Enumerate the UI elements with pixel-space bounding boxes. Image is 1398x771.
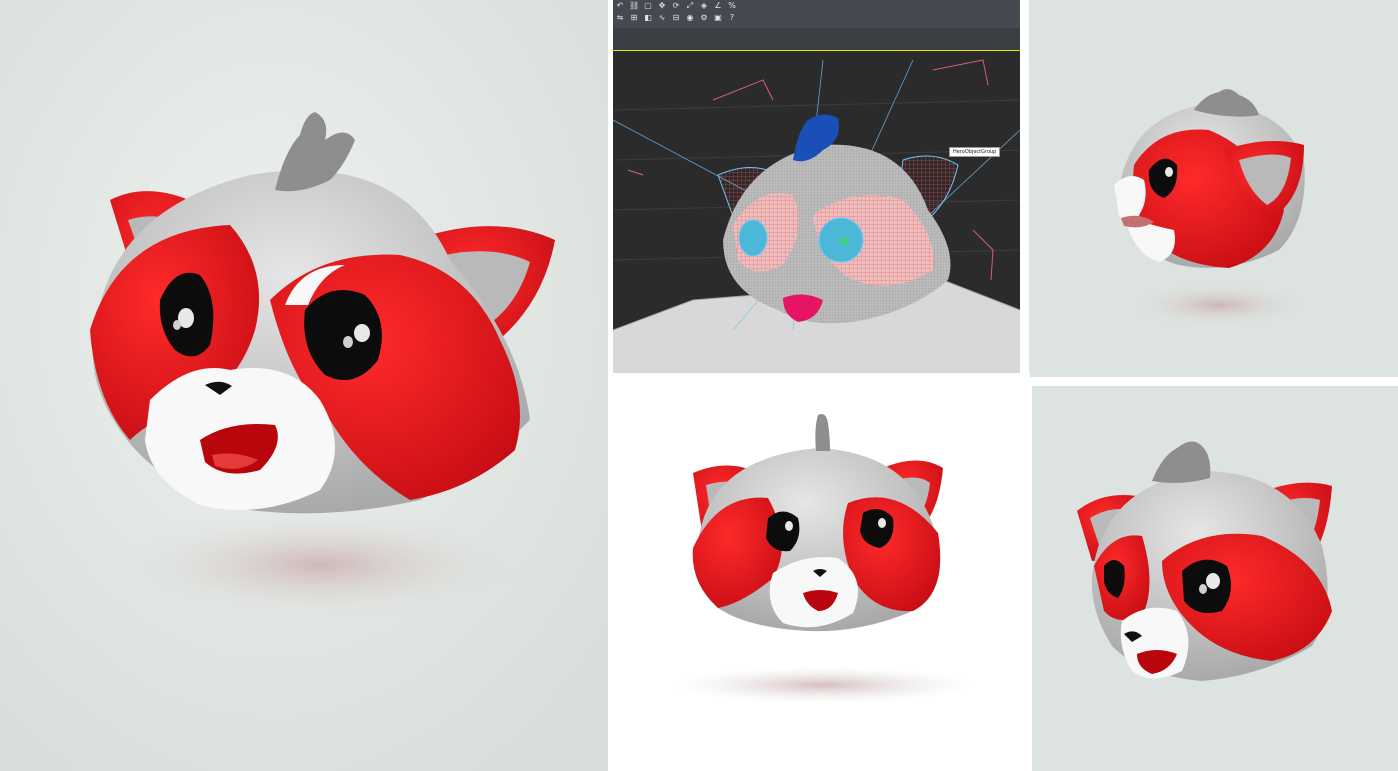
schematic-icon[interactable]: ⊟ [671,13,681,23]
red-panda-head-front-render [608,373,1030,771]
render-side-view [1029,0,1398,377]
red-panda-head-render [0,0,608,771]
percent-snap-icon[interactable]: % [727,1,737,11]
render-icon[interactable]: ▣ [713,13,723,23]
render-setup-icon[interactable]: ⚙ [699,13,709,23]
link-icon[interactable]: ⛓ [629,1,639,11]
help-icon[interactable]: ? [727,13,737,23]
align-icon[interactable]: ⊞ [629,13,639,23]
select-icon[interactable]: ▢ [643,1,653,11]
render-front-view [608,373,1030,771]
3d-viewport-wireframe[interactable]: ↶ ⛓ ▢ ✥ ⟳ ⤢ ◈ ∠ % ⇋ ⊞ ◧ ∿ ⊟ ◉ ⚙ ▣ ? Hero… [613,0,1020,373]
red-panda-head-side-render [1029,0,1398,377]
layer-icon[interactable]: ◧ [643,13,653,23]
move-icon[interactable]: ✥ [657,1,667,11]
viewport-scene[interactable] [613,0,1020,373]
object-label[interactable]: HeroObjectGroup [949,147,1001,157]
mirror-icon[interactable]: ⇋ [615,13,625,23]
rotate-icon[interactable]: ⟳ [671,1,681,11]
red-panda-head-three-quarter-render [1032,386,1398,771]
curve-editor-icon[interactable]: ∿ [657,13,667,23]
undo-icon[interactable]: ↶ [615,1,625,11]
material-editor-icon[interactable]: ◉ [685,13,695,23]
snap-icon[interactable]: ◈ [699,1,709,11]
angle-snap-icon[interactable]: ∠ [713,1,723,11]
render-front-left-view [0,0,608,771]
scale-icon[interactable]: ⤢ [685,1,695,11]
render-three-quarter-view [1032,386,1398,771]
viewport-header-bar [613,28,1020,51]
viewport-toolbar: ↶ ⛓ ▢ ✥ ⟳ ⤢ ◈ ∠ % ⇋ ⊞ ◧ ∿ ⊟ ◉ ⚙ ▣ ? [613,0,1020,51]
